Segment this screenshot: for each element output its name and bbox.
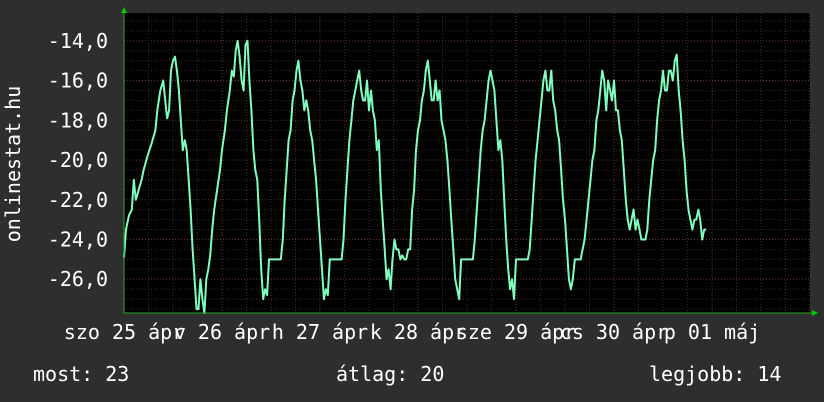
x-axis-arrow-icon [812, 310, 818, 316]
stat-current: most: 23 [33, 362, 130, 386]
y-tick-label: -20,0 [48, 148, 108, 172]
y-tick-label: -14,0 [48, 29, 108, 53]
y-axis-label: onlinestat.hu [1, 86, 25, 243]
x-tick-label: h 27 ápr [272, 320, 368, 344]
stat-best: legjobb: 14 [649, 362, 782, 386]
x-tick-label: cs 30 ápr [560, 320, 668, 344]
y-axis-arrow-icon [121, 7, 127, 13]
x-axis-ticks: szo 25 áprv 26 ápr h 27 ápr k 28 áprsze 29… [64, 320, 760, 344]
y-tick-label: -18,0 [48, 108, 108, 132]
temperature-chart: -14,0 -16,0 -18,0 -20,0 -22,0 -24,0 -26,0 szo … [1, 7, 818, 344]
y-axis-ticks: -14,0 -16,0 -18,0 -20,0 -22,0 -24,0 -26,0 [48, 29, 108, 291]
x-tick-label: szo 25 ápr [64, 320, 184, 344]
x-tick-label: p 01 máj [664, 320, 760, 344]
y-tick-label: -22,0 [48, 188, 108, 212]
y-tick-label: -26,0 [48, 267, 108, 291]
x-tick-label: sze 29 ápr [456, 320, 576, 344]
x-tick-label: k 28 ápr [370, 320, 466, 344]
x-tick-label: v 26 ápr [174, 320, 270, 344]
y-tick-label: -16,0 [48, 69, 108, 93]
stat-average: átlag: 20 [336, 362, 445, 386]
y-tick-label: -24,0 [48, 227, 108, 251]
